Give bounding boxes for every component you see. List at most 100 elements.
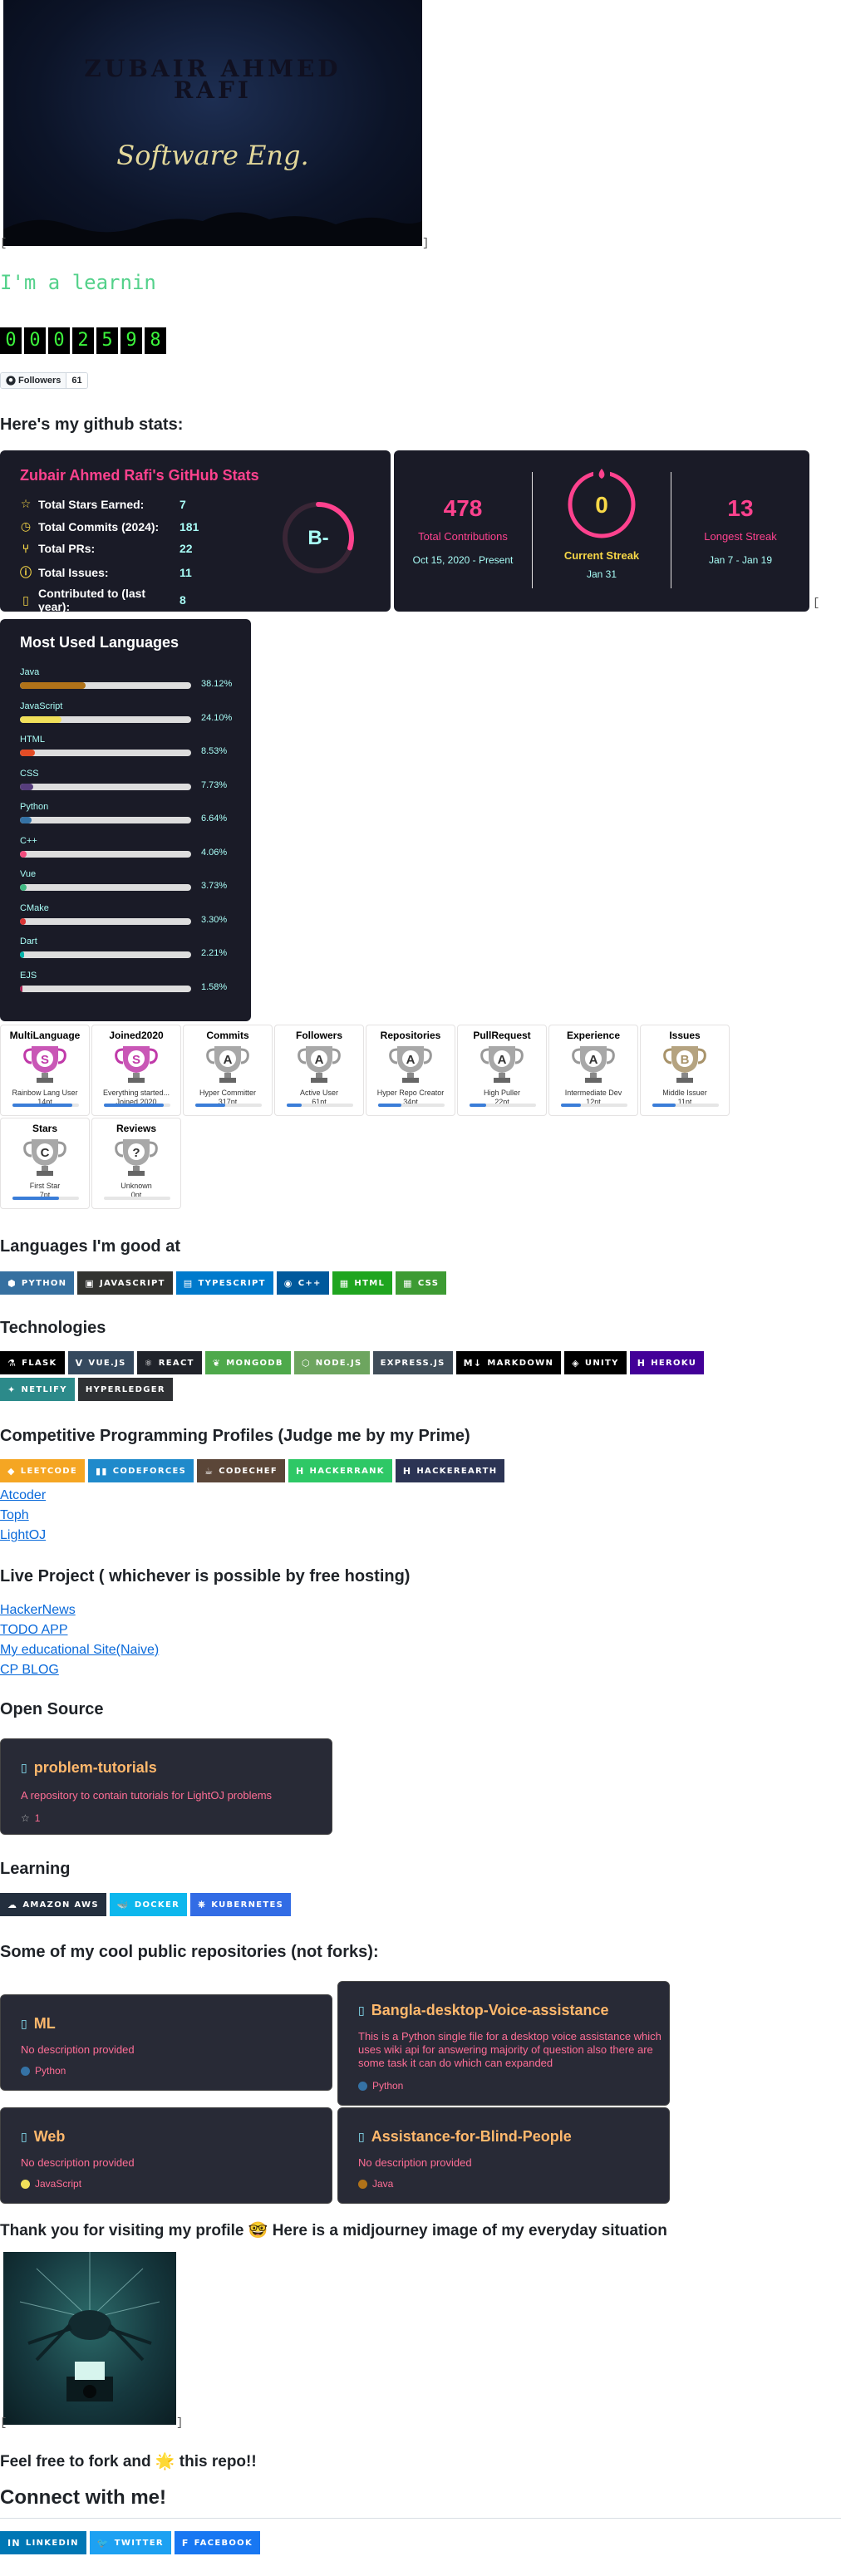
link-my-educational-site-naive-[interactable]: My educational Site(Naive) [0,1640,159,1660]
trophy-card[interactable]: Reviews? Unknown 0pt [91,1118,181,1209]
language-dot [358,2081,367,2091]
counter-digit: 9 [120,327,142,354]
python-badge[interactable]: ⬢ Python [0,1271,75,1295]
clock-icon: ◷ [20,519,32,533]
typescript-badge[interactable]: ▤ TypeScript [175,1271,273,1295]
trophy-card[interactable]: PullRequest A High Puller 22pt [457,1025,547,1116]
link-todo-app[interactable]: TODO APP [0,1620,159,1640]
netlify-badge[interactable]: ✦ Netlify [0,1378,75,1401]
css-badge[interactable]: ▦ CSS [396,1271,447,1295]
language-name: JavaScript [20,701,63,711]
hackerrank-icon: H [296,1465,305,1477]
current-streak-value: 0 [595,492,608,518]
heading-stats: Here's my github stats: [0,415,184,434]
trophy-progress-fill [12,1197,59,1200]
language-dot [21,2179,30,2189]
trophy-progress [287,1104,353,1107]
badge-label: Docker [134,1900,180,1910]
trophy-title: Experience [566,1030,621,1041]
docker-badge[interactable]: 🐳 Docker [109,1893,188,1916]
trophy-card[interactable]: Repositories A Hyper Repo Creator 34pt [366,1025,455,1116]
facebook-icon: f [181,2537,189,2549]
mongodb-badge[interactable]: ❦ MongoDB [204,1351,291,1374]
badge-label: LeetCode [20,1466,77,1476]
amazon-aws-badge[interactable]: ☁ Amazon AWS [0,1893,106,1916]
hackerrank-badge[interactable]: H HackerRank [288,1459,392,1482]
node-js-badge[interactable]: ⬡ Node.js [293,1351,370,1374]
hackerearth-badge[interactable]: H HackerEarth [395,1459,505,1482]
heading-learning: Learning [0,1860,71,1878]
repo-name: ▯ problem-tutorials [21,1759,157,1776]
trophy-card[interactable]: Experience A Intermediate Dev 12pt [548,1025,638,1116]
flask-badge[interactable]: ⚗ Flask [0,1351,65,1374]
link-atcoder[interactable]: Atcoder [0,1486,46,1506]
heroku-badge[interactable]: H Heroku [629,1351,705,1374]
javascript-badge[interactable]: ▣ JavaScript [77,1271,173,1295]
language-bar [20,715,191,723]
repo-language: Python [358,2080,403,2092]
language-bar-fill [20,985,23,992]
link-toph[interactable]: Toph [0,1506,46,1526]
followers-badge[interactable]: Followers 61 [0,372,88,389]
repo-icon: ▯ [21,2130,27,2143]
streak-ring: 0 [568,467,636,538]
badge-label: CSS [417,1278,440,1288]
aws-icon: ☁ [7,1899,18,1910]
heading-thanks: Thank you for visiting my profile 🤓 Here… [0,2222,667,2239]
language-bar-fill [20,783,33,790]
trophy-card[interactable]: Followers A Active User 61pt [274,1025,364,1116]
repo-description: No description provided [21,2043,135,2056]
trophy-card[interactable]: Joined2020 S Everything started... Joined 2… [91,1025,181,1116]
linkedin-badge[interactable]: in LinkedIn [0,2531,86,2554]
repo-card[interactable]: ▯ Web No description provided JavaScript [0,2107,332,2204]
trophy-subtitle: Active User [299,1089,338,1097]
badge-label: Amazon AWS [22,1900,99,1910]
repo-card[interactable]: ▯ Assistance-for-Blind-People No descripti… [337,2107,670,2204]
total-contributions-value: 478 [443,495,483,521]
language-row: CSS 7.73% [20,768,244,790]
link-hackernews[interactable]: HackerNews [0,1600,159,1620]
trophy-rank: A [498,1053,507,1067]
c--badge[interactable]: ◉ C++ [276,1271,329,1295]
total-contributions-label: Total Contributions [418,530,508,543]
counter-digit: 0 [0,327,22,354]
kubernetes-badge[interactable]: ⎈ Kubernetes [190,1893,292,1916]
bracket-left: [ [0,2416,7,2430]
badge-label: JavaScript [100,1278,165,1288]
trophy-card[interactable]: Issues B Middle Issuer 11pt [640,1025,730,1116]
trophy-icon: C [23,1139,66,1176]
repo-name: ▯ Bangla-desktop-Voice-assistance [358,2002,608,2019]
trophy-card[interactable]: Commits A Hyper Committer 317pt [183,1025,273,1116]
total-contributions-range: Oct 15, 2020 - Present [412,554,514,566]
badge-label: LinkedIn [25,2538,79,2548]
express-js-badge[interactable]: Express.js [372,1351,453,1374]
codechef-badge[interactable]: ☕ CodeChef [197,1459,286,1482]
link-lightoj[interactable]: LightOJ [0,1526,46,1546]
trophy-progress [195,1104,262,1107]
trophy-progress [104,1104,170,1107]
repo-card[interactable]: ▯ Bangla-desktop-Voice-assistance This is … [337,1981,670,2106]
link-cp-blog[interactable]: CP BLOG [0,1660,159,1680]
trophy-card[interactable]: MultiLanguage S Rainbow Lang User 14pt [0,1025,90,1116]
repo-card[interactable]: ▯ ML No description provided Python [0,1994,332,2091]
markdown-badge[interactable]: M↓ Markdown [455,1351,562,1374]
html-badge[interactable]: ▦ HTML [332,1271,393,1295]
react-badge[interactable]: ⚛ React [136,1351,202,1374]
language-name: CSS [20,768,39,779]
badge-label: Netlify [21,1384,67,1394]
repo-icon: ▯ [21,1761,27,1774]
twitter-badge[interactable]: 🐦 Twitter [89,2531,171,2554]
language-bar-fill [20,682,86,689]
hyperledger-badge[interactable]: Hyperledger [77,1378,173,1401]
trophy-rank: B [681,1053,690,1067]
open-source-repo-card[interactable]: ▯ problem-tutorials A repository to conta… [0,1738,332,1835]
trophy-rank: S [132,1053,140,1067]
facebook-badge[interactable]: f Facebook [174,2531,261,2554]
unity-badge[interactable]: ◈ Unity [564,1351,627,1374]
twitter-icon: 🐦 [96,2537,110,2549]
codeforces-badge[interactable]: ▮▮ Codeforces [88,1459,194,1482]
repo-name-text: Bangla-desktop-Voice-assistance [371,2002,609,2018]
vue-js-badge[interactable]: V Vue.js [67,1351,134,1374]
trophy-card[interactable]: Stars C First Star 7pt [0,1118,90,1209]
leetcode-badge[interactable]: ◆ LeetCode [0,1459,85,1482]
